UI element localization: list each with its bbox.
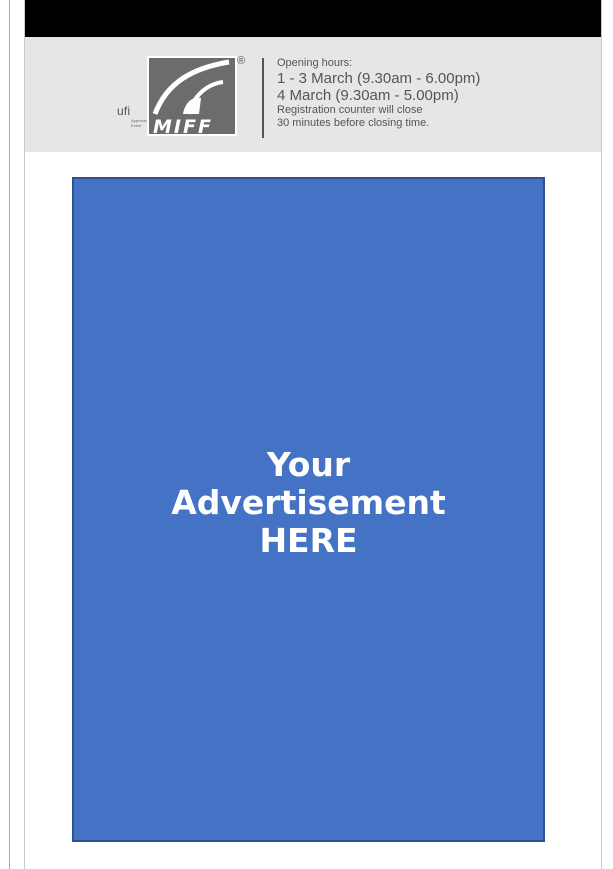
ad-line-2: Advertisement (171, 483, 446, 522)
advertisement-text: Your Advertisement HERE (99, 446, 519, 560)
hours-line-2: 4 March (9.30am - 5.00pm) (277, 87, 459, 104)
ufi-logo: ufi Approved Event (117, 104, 151, 134)
notice-line-2: 30 minutes before closing time. (277, 117, 430, 129)
notice-line-1: Registration counter will close (277, 104, 423, 116)
page-left-rule (9, 0, 10, 869)
advertisement-placeholder[interactable]: Your Advertisement HERE (72, 177, 545, 842)
miff-bird-icon (152, 59, 230, 115)
ufi-logo-text: ufi (117, 104, 131, 118)
header-divider (262, 58, 264, 138)
registered-mark: ® (237, 55, 246, 67)
event-header: ufi Approved Event MIFF ® Opening hours:… (25, 37, 601, 152)
hours-title: Opening hours: (277, 57, 353, 69)
miff-logo: MIFF (147, 56, 237, 138)
page-frame: ufi Approved Event MIFF ® Opening hours:… (24, 0, 602, 869)
ad-line-3: HERE (259, 521, 358, 560)
top-black-bar (25, 0, 601, 37)
hours-line-1: 1 - 3 March (9.30am - 6.00pm) (277, 70, 481, 87)
ad-line-1: Your (266, 445, 351, 484)
opening-hours: Opening hours: 1 - 3 March (9.30am - 6.0… (277, 57, 480, 130)
miff-logo-text: MIFF (153, 116, 213, 138)
